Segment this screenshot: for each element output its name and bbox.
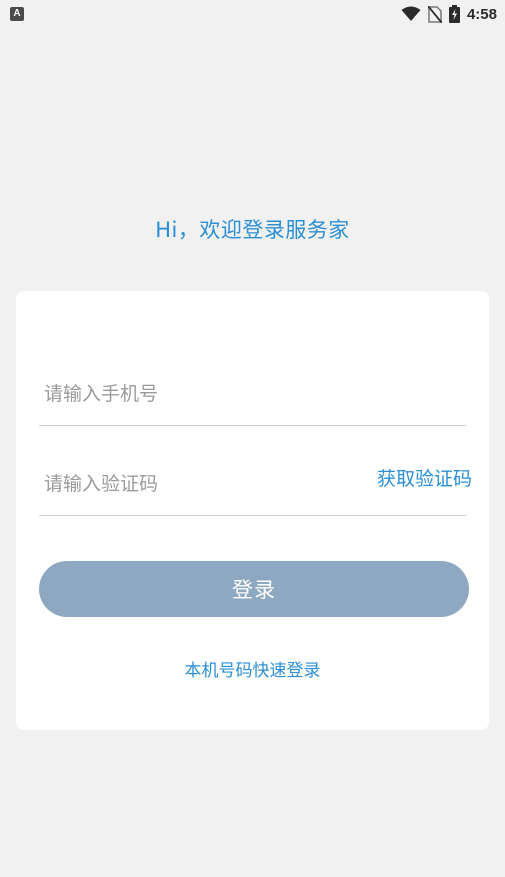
- status-bar: A 4:58: [0, 0, 505, 28]
- welcome-heading: Hi，欢迎登录服务家: [155, 218, 350, 242]
- battery-charging-icon: [448, 5, 460, 23]
- verification-code-input[interactable]: [44, 469, 344, 499]
- no-sim-icon: [427, 5, 442, 23]
- login-card: 获取验证码 登录 本机号码快速登录: [16, 291, 489, 730]
- phone-field-row: [39, 361, 466, 426]
- quick-login-link[interactable]: 本机号码快速登录: [16, 656, 489, 681]
- phone-input[interactable]: [44, 379, 344, 409]
- login-button[interactable]: 登录: [39, 561, 469, 617]
- code-field-row: 获取验证码: [39, 449, 472, 516]
- wifi-icon: [401, 6, 421, 22]
- status-time: 4:58: [466, 5, 497, 23]
- get-code-button[interactable]: 获取验证码: [377, 464, 472, 491]
- app-notification-icon: A: [10, 7, 24, 21]
- status-icons: 4:58: [401, 4, 497, 24]
